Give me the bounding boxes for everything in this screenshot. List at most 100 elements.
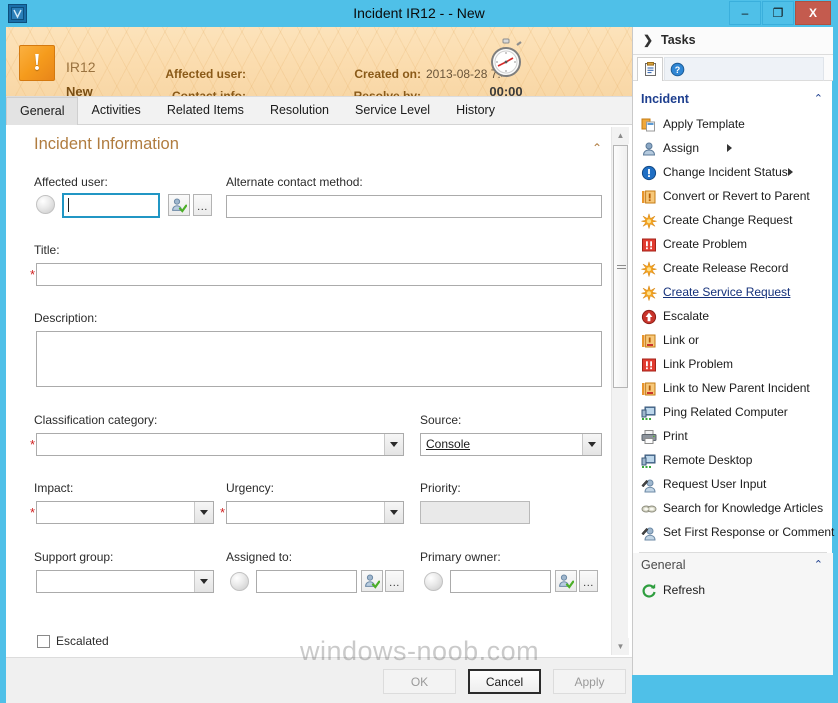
task-pane: ❯ Tasks ? Incident ⌃ Apply Template Assi… [632,27,834,675]
task-group-header-general[interactable]: General ⌃ [633,555,833,577]
task-item-create-problem[interactable]: Create Problem [633,233,833,257]
tab-history[interactable]: History [443,97,508,125]
task-item-create-change-request[interactable]: Create Change Request [633,209,833,233]
section-collapse-chevron-icon[interactable]: ⌃ [592,141,602,155]
assigned-to-browse-button[interactable]: ... [385,570,404,592]
submenu-arrow-icon [788,168,793,176]
scroll-down-icon[interactable]: ▼ [612,638,629,655]
description-input[interactable] [36,331,602,387]
chevron-up-icon[interactable]: ⌃ [814,558,823,571]
primary-owner-browse-button[interactable]: ... [579,570,598,592]
assigned-to-picker-icon[interactable] [361,570,383,592]
close-button[interactable]: X [795,1,831,25]
label-escalated: Escalated [56,634,109,648]
task-item-label: Create Problem [663,237,748,251]
scrollbar-grip-icon [617,265,626,270]
chevron-down-icon[interactable] [194,502,213,523]
chevron-up-icon[interactable]: ⌃ [814,92,823,105]
tab-activities[interactable]: Activities [78,97,153,125]
submenu-arrow-icon [727,144,732,152]
tab-general[interactable]: General [6,97,79,125]
task-item-label: Link Problem [663,357,734,371]
create-change-request-icon [641,212,657,230]
title-input[interactable] [36,263,602,286]
label-classification-category: Classification category: [34,413,158,427]
task-item-label: Escalate [663,309,710,323]
alternate-contact-method-input[interactable] [226,195,602,218]
label-affected-user: Affected user: [34,175,108,189]
banner-label-affected-user: Affected user: [165,67,246,81]
chevron-down-icon[interactable] [384,434,403,455]
task-item-label: Create Change Request [663,213,793,227]
label-source: Source: [420,413,462,427]
primary-owner-input[interactable] [450,570,551,593]
task-item-label: Apply Template [663,117,745,131]
tab-related-items[interactable]: Related Items [154,97,257,125]
tab-service-level[interactable]: Service Level [342,97,443,125]
affected-user-picker-icon[interactable] [168,194,190,216]
help-tab-icon[interactable]: ? [664,57,824,81]
task-item-label: Create Release Record [663,261,789,275]
task-item-request-user-input[interactable]: Request User Input [633,473,833,497]
task-item-assign[interactable]: Assign [633,137,833,161]
request-user-input-icon [641,477,657,493]
close-icon: X [808,6,817,20]
task-item-link-or[interactable]: Link or [633,329,833,353]
label-alternate-contact-method: Alternate contact method: [226,175,363,189]
task-item-set-first-response-or-comment[interactable]: Set First Response or Comment [633,521,834,545]
escalated-checkbox[interactable] [37,635,50,648]
source-combo[interactable]: Console [420,433,602,456]
task-pane-expander-icon[interactable]: ❯ [643,33,653,47]
tab-resolution[interactable]: Resolution [257,97,342,125]
task-item-remote-desktop[interactable]: Remote Desktop [633,449,833,473]
task-item-change-incident-status[interactable]: Change Incident Status [633,161,833,185]
classification-category-combo[interactable] [36,433,404,456]
task-item-ping-related-computer[interactable]: Ping Related Computer [633,401,833,425]
link-problem-icon [641,357,657,373]
affected-user-input[interactable] [62,193,160,218]
task-item-convert-or-revert-to-parent[interactable]: Convert or Revert to Parent [633,185,833,209]
minimize-button[interactable]: – [729,1,761,25]
minimize-icon: – [741,6,749,20]
task-item-create-release-record[interactable]: Create Release Record [633,257,833,281]
section-header: Incident Information ⌃ [34,135,602,161]
maximize-button[interactable]: ❐ [762,1,794,25]
chevron-down-icon[interactable] [582,434,601,455]
chevron-down-icon[interactable] [384,502,403,523]
task-group-title-incident: Incident [641,92,689,106]
task-item-search-for-knowledge-articles[interactable]: Search for Knowledge Articles [633,497,833,521]
link-incident-icon [641,333,657,349]
text-caret [68,198,69,212]
urgency-combo[interactable] [226,501,404,524]
chevron-down-icon[interactable] [194,571,213,592]
maximize-icon: ❐ [772,6,784,20]
task-item-print[interactable]: Print [633,425,833,449]
clipboard-tab-icon[interactable] [637,57,663,81]
form-scrollbar[interactable]: ▲ ▼ [611,127,629,655]
assigned-to-input[interactable] [256,570,357,593]
affected-user-browse-button[interactable]: ... [193,194,212,216]
task-item-escalate[interactable]: Escalate [633,305,833,329]
window-client-area: ! IR12 New Affected user: Contact info: … [6,27,834,703]
primary-owner-picker-icon[interactable] [555,570,577,592]
task-item-refresh[interactable]: Refresh [633,579,833,603]
impact-combo[interactable] [36,501,214,524]
create-service-request-icon [641,284,657,302]
link-parent-incident-icon [641,381,657,397]
stopwatch-icon [484,37,528,81]
task-item-apply-template[interactable]: Apply Template [633,113,833,137]
scroll-up-icon[interactable]: ▲ [612,127,629,144]
incident-header-banner: ! IR12 New Affected user: Contact info: … [6,27,632,97]
support-group-combo[interactable] [36,570,214,593]
task-pane-tabstrip: ? [633,55,833,81]
escalate-icon [641,309,657,325]
scrollbar-thumb[interactable] [613,145,628,388]
task-item-link-to-new-parent-incident[interactable]: Link to New Parent Incident [633,377,833,401]
svg-text:?: ? [675,65,681,75]
label-priority: Priority: [420,481,461,495]
task-group-header-incident[interactable]: Incident ⌃ [633,89,833,111]
label-impact: Impact: [34,481,74,495]
task-item-create-service-request[interactable]: Create Service Request [633,281,833,305]
task-item-label: Convert or Revert to Parent [663,189,810,203]
task-item-link-problem[interactable]: Link Problem [633,353,833,377]
